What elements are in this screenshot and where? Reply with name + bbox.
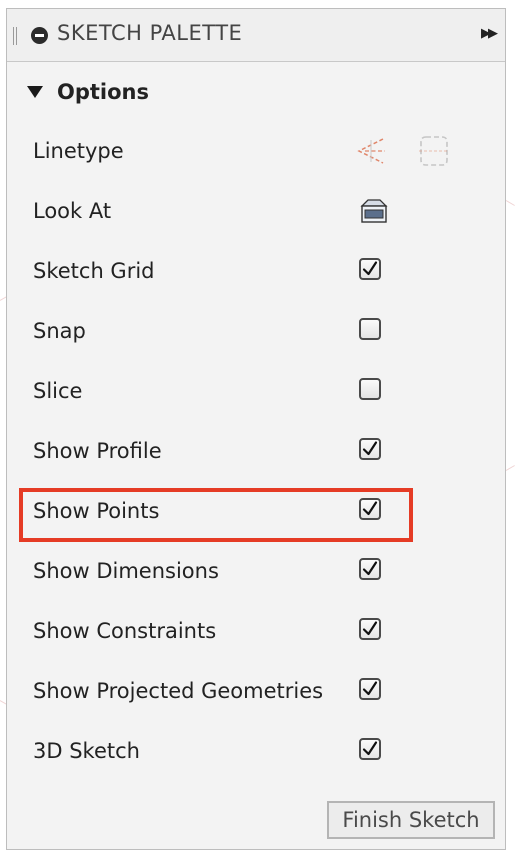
palette-title: SKETCH PALETTE <box>57 21 243 45</box>
3d-sketch-checkbox[interactable] <box>359 738 381 760</box>
background-sketch-line <box>505 200 515 206</box>
3d-sketch-label: 3D Sketch <box>33 739 140 763</box>
show-profile-checkbox[interactable] <box>359 438 381 460</box>
palette-header[interactable]: SKETCH PALETTE ▶▶ <box>7 9 505 62</box>
drag-grip-icon[interactable] <box>13 27 17 45</box>
show-profile-label: Show Profile <box>33 439 162 463</box>
double-arrow-right-icon[interactable]: ▶▶ <box>481 26 498 41</box>
show-projected-geometries-label: Show Projected Geometries <box>33 679 324 703</box>
sketch-palette-panel: SKETCH PALETTE ▶▶ Options Linetype Look A… <box>6 8 506 850</box>
row-snap: Snap <box>33 311 473 351</box>
show-dimensions-label: Show Dimensions <box>33 559 219 583</box>
triangle-down-icon <box>27 86 43 98</box>
row-look-at: Look At <box>33 191 473 231</box>
minus-circle-icon[interactable] <box>31 27 48 44</box>
slice-checkbox[interactable] <box>359 378 381 400</box>
background-sketch-line <box>505 465 515 471</box>
look-at-label: Look At <box>33 199 112 223</box>
snap-label: Snap <box>33 319 86 343</box>
row-show-dimensions: Show Dimensions <box>33 551 473 591</box>
row-slice: Slice <box>33 371 473 411</box>
centerline-linetype-icon[interactable] <box>417 134 451 172</box>
construction-linetype-icon[interactable] <box>355 136 387 170</box>
sketch-grid-checkbox[interactable] <box>359 258 381 280</box>
row-linetype: Linetype <box>33 131 473 171</box>
linetype-label: Linetype <box>33 139 124 163</box>
finish-sketch-button[interactable]: Finish Sketch <box>327 801 495 839</box>
show-projected-geometries-checkbox[interactable] <box>359 678 381 700</box>
show-constraints-checkbox[interactable] <box>359 618 381 640</box>
options-section-title: Options <box>57 80 149 104</box>
row-show-profile: Show Profile <box>33 431 473 471</box>
row-show-constraints: Show Constraints <box>33 611 473 651</box>
row-sketch-grid: Sketch Grid <box>33 251 473 291</box>
show-points-highlight <box>19 488 413 542</box>
look-at-icon[interactable] <box>359 197 389 229</box>
row-3d-sketch: 3D Sketch <box>33 731 473 771</box>
sketch-grid-label: Sketch Grid <box>33 259 155 283</box>
show-constraints-label: Show Constraints <box>33 619 217 643</box>
show-dimensions-checkbox[interactable] <box>359 558 381 580</box>
options-section-toggle[interactable]: Options <box>25 77 149 107</box>
slice-label: Slice <box>33 379 83 403</box>
row-show-projected-geometries: Show Projected Geometries <box>33 671 473 711</box>
snap-checkbox[interactable] <box>359 318 381 340</box>
